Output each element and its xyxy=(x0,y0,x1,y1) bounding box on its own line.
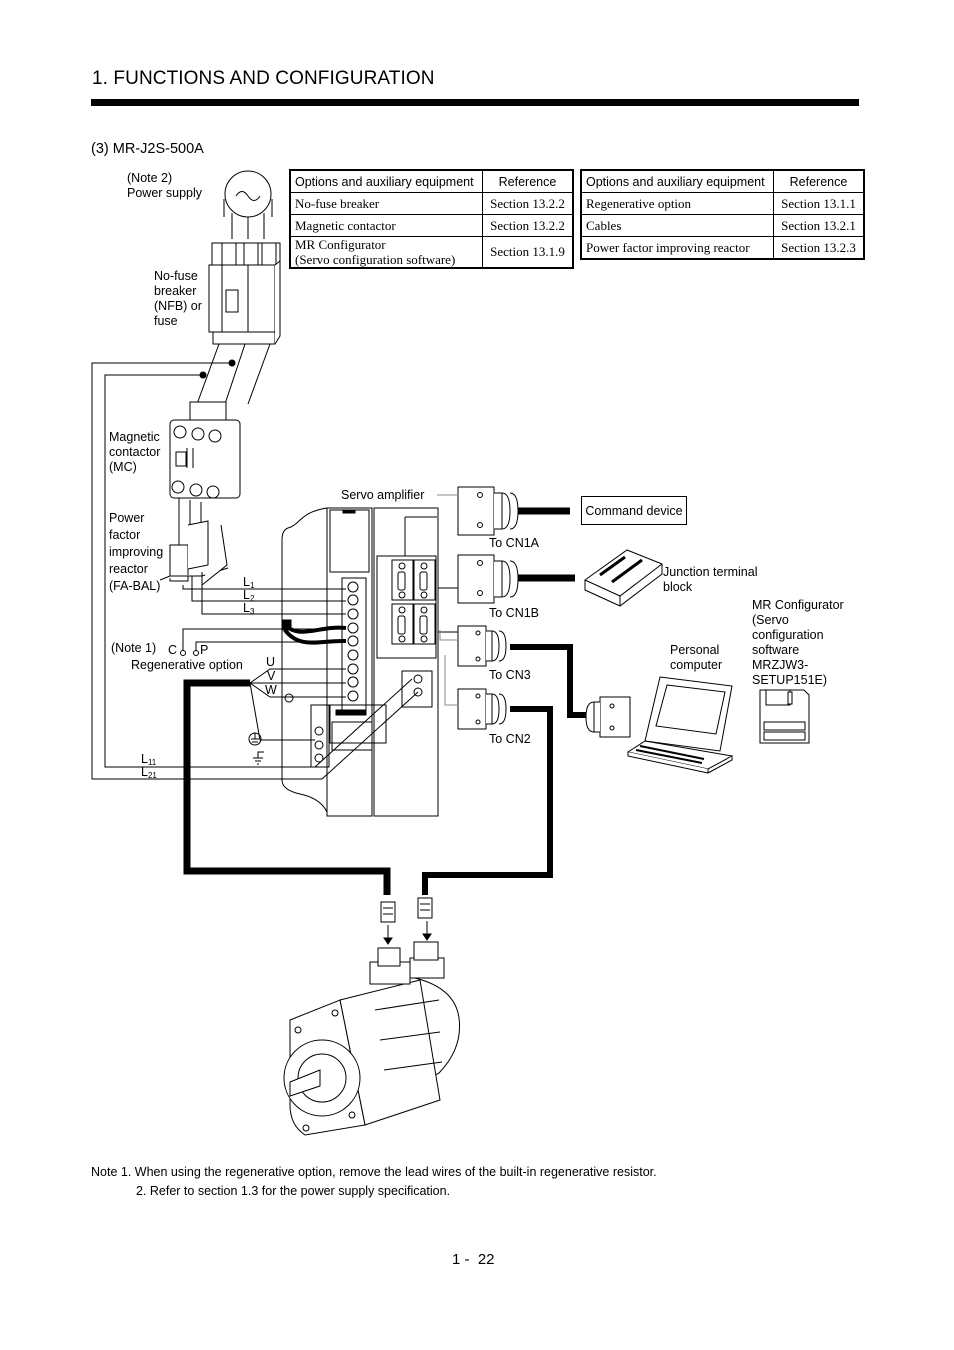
mr-configurator-label-line: MR Configurator xyxy=(752,598,844,612)
junction-block-label-line: block xyxy=(663,580,693,594)
mr-configurator-label-line: SETUP151E) xyxy=(752,673,828,687)
reactor-label-line: factor xyxy=(109,528,141,542)
label-l3: L3 xyxy=(243,601,254,619)
ground-icon xyxy=(248,732,264,765)
note-1: Note 1. When using the regenerative opti… xyxy=(91,1165,657,1179)
power-supply-label: Power supply xyxy=(127,186,203,200)
mc-label-line: contactor xyxy=(109,445,161,459)
notes: Note 1. When using the regenerative opti… xyxy=(91,1163,657,1201)
nfb-label-line: breaker xyxy=(154,284,197,298)
to-cn1b-label: To CN1B xyxy=(489,606,540,620)
to-cn2-label: To CN2 xyxy=(489,732,531,746)
personal-computer-label-line: computer xyxy=(670,658,723,672)
personal-computer-label-line: Personal xyxy=(670,643,720,657)
phase-w-label: W xyxy=(265,683,277,697)
regen-note: (Note 1) xyxy=(111,641,157,655)
nfb-label: No-fuse breaker (NFB) or fuse xyxy=(154,269,202,329)
label-l: L xyxy=(243,575,250,589)
reactor-label-line: Power xyxy=(109,511,145,525)
label-sub: 3 xyxy=(249,607,255,616)
floppy-disk-icon xyxy=(759,689,810,744)
servo-amplifier-icon xyxy=(281,507,460,817)
mc-label: Magnetic contactor (MC) xyxy=(109,430,160,475)
mr-configurator-label-line: configuration xyxy=(752,628,824,642)
reactor-label-line: (FA-BAL) xyxy=(109,579,161,593)
mr-configurator-label-line: MRZJW3- xyxy=(752,658,809,672)
command-device-box: Command device xyxy=(581,496,687,525)
note-2: 2. Refer to section 1.3 for the power su… xyxy=(136,1184,451,1198)
junction-block-label: Junction terminal block xyxy=(663,565,758,595)
nfb-label-line: fuse xyxy=(154,314,178,328)
phase-v-label: V xyxy=(267,669,276,683)
regen-terminal-c: C xyxy=(168,643,178,657)
label-l: L xyxy=(243,601,250,615)
contactor-icon xyxy=(169,401,241,499)
personal-computer-label: Personal computer xyxy=(670,643,722,673)
to-cn1a-label: To CN1A xyxy=(489,536,540,550)
reactor-label: Power factor improving reactor (FA-BAL) xyxy=(109,510,163,595)
mr-configurator-label-line: software xyxy=(752,643,800,657)
servo-motor-icon xyxy=(283,941,461,1136)
regen-terminal-p: P xyxy=(200,643,209,657)
power-supply-note: (Note 2) xyxy=(127,171,173,185)
reactor-icon xyxy=(159,520,229,586)
mc-label-line: Magnetic xyxy=(109,430,160,444)
laptop-icon xyxy=(626,676,734,774)
label-sub: 21 xyxy=(147,771,157,780)
label-l: L xyxy=(141,765,148,779)
page-number: 1 - 22 xyxy=(452,1251,495,1268)
label-l: L xyxy=(141,752,148,766)
junction-block-label-line: Junction terminal xyxy=(663,565,758,579)
servo-amplifier-label: Servo amplifier xyxy=(341,488,425,502)
nfb-label-line: (NFB) or xyxy=(154,299,202,313)
reactor-label-line: reactor xyxy=(109,562,148,576)
regen-option-label: Regenerative option xyxy=(131,658,243,672)
mr-configurator-label-line: (Servo xyxy=(752,613,789,627)
label-l21: L21 xyxy=(141,765,157,783)
to-cn3-label: To CN3 xyxy=(489,668,531,682)
nfb-label-line: No-fuse xyxy=(154,269,198,283)
breaker-icon xyxy=(208,242,281,345)
ac-source-icon xyxy=(223,170,273,239)
mc-label-line: (MC) xyxy=(109,460,137,474)
label-l: L xyxy=(243,588,250,602)
phase-u-label: U xyxy=(266,655,276,669)
reactor-label-line: improving xyxy=(109,545,164,559)
motor-cable-plugs xyxy=(380,897,433,923)
mr-configurator-label: MR Configurator (Servo configuration sof… xyxy=(752,598,844,688)
terminal-block-icon xyxy=(584,549,663,607)
